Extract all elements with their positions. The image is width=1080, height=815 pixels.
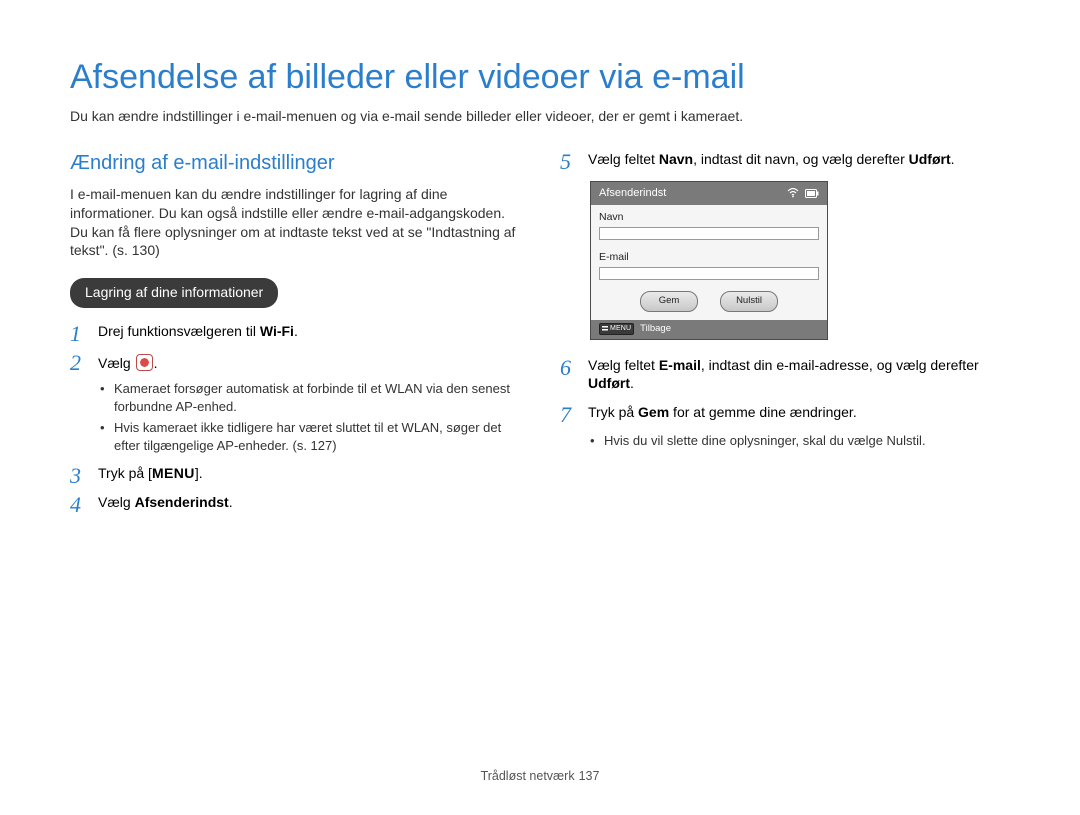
step-text: Vælg feltet bbox=[588, 151, 659, 167]
page-footer: Trådløst netværk 137 bbox=[0, 768, 1080, 785]
bullet-text-post: . bbox=[922, 433, 926, 448]
bold-term: Udført bbox=[588, 375, 630, 391]
step-body: Drej funktionsvælgeren til Wi-Fi. bbox=[98, 322, 520, 345]
step-number: 4 bbox=[70, 493, 88, 516]
menu-chip-icon: MENU bbox=[599, 323, 634, 334]
step-number: 5 bbox=[560, 150, 578, 173]
camera-field-name-input[interactable] bbox=[599, 227, 819, 240]
step-7-bullets: Hvis du vil slette dine oplysninger, ska… bbox=[590, 432, 1010, 450]
menu-chip-text: MENU bbox=[610, 324, 631, 333]
page-intro: Du kan ændre indstillinger i e-mail-menu… bbox=[70, 107, 1010, 126]
step-text-mid: , indtast dit navn, og vælg derefter bbox=[693, 151, 909, 167]
bold-term: Navn bbox=[659, 151, 693, 167]
bold-term: Udført bbox=[909, 151, 951, 167]
step-text: Vælg feltet bbox=[588, 357, 659, 373]
menu-button-label: MENU bbox=[152, 465, 195, 481]
right-column: 5 Vælg feltet Navn, indtast dit navn, og… bbox=[560, 150, 1010, 523]
step-text: Vælg bbox=[98, 355, 135, 371]
page-title: Afsendelse af billeder eller videoer via… bbox=[70, 55, 1010, 101]
two-column-layout: Ændring af e-mail-indstillinger I e-mail… bbox=[70, 150, 1010, 523]
footer-page-number: 137 bbox=[579, 769, 600, 783]
bold-term: E-mail bbox=[659, 357, 701, 373]
camera-back-label: Tilbage bbox=[640, 323, 671, 336]
step-text: Tryk på [ bbox=[98, 465, 152, 481]
step-body: Tryk på Gem for at gemme dine ændringer. bbox=[588, 403, 1010, 426]
bullet-text: Hvis du vil slette dine oplysninger, ska… bbox=[604, 433, 887, 448]
camera-title: Afsenderindst bbox=[599, 186, 666, 201]
step-text-post: . bbox=[294, 323, 298, 339]
camera-field-email-label: E-mail bbox=[591, 245, 827, 265]
bullet-item: Kameraet forsøger automatisk at forbinde… bbox=[100, 380, 520, 415]
step-number: 3 bbox=[70, 464, 88, 487]
step-4: 4 Vælg Afsenderindst. bbox=[70, 493, 520, 516]
step-body: Vælg feltet E-mail, indtast din e-mail-a… bbox=[588, 356, 1010, 394]
step-5: 5 Vælg feltet Navn, indtast dit navn, og… bbox=[560, 150, 1010, 173]
camera-titlebar: Afsenderindst bbox=[591, 182, 827, 205]
step-7: 7 Tryk på Gem for at gemme dine ændringe… bbox=[560, 403, 1010, 426]
bullet-item: Hvis du vil slette dine oplysninger, ska… bbox=[590, 432, 1010, 450]
step-number: 2 bbox=[70, 351, 88, 374]
camera-field-email-input[interactable] bbox=[599, 267, 819, 280]
camera-reset-button[interactable]: Nulstil bbox=[720, 291, 778, 312]
wifi-icon bbox=[787, 188, 799, 198]
email-app-icon bbox=[136, 354, 153, 371]
step-2-bullets: Kameraet forsøger automatisk at forbinde… bbox=[100, 380, 520, 454]
step-1: 1 Drej funktionsvælgeren til Wi-Fi. bbox=[70, 322, 520, 345]
step-text-post: . bbox=[229, 494, 233, 510]
step-text-post: for at gemme dine ændringer. bbox=[669, 404, 857, 420]
step-number: 6 bbox=[560, 356, 578, 394]
step-body: Vælg feltet Navn, indtast dit navn, og v… bbox=[588, 150, 1010, 173]
step-3: 3 Tryk på [MENU]. bbox=[70, 464, 520, 487]
step-2: 2 Vælg . bbox=[70, 351, 520, 374]
step-text: Tryk på bbox=[588, 404, 638, 420]
camera-field-name-label: Navn bbox=[591, 205, 827, 225]
bold-term: Gem bbox=[638, 404, 669, 420]
section-description: I e-mail-menuen kan du ændre indstilling… bbox=[70, 185, 520, 261]
battery-icon bbox=[805, 189, 819, 198]
step-text-post: . bbox=[951, 151, 955, 167]
step-body: Vælg . bbox=[98, 351, 520, 374]
camera-buttons-row: Gem Nulstil bbox=[591, 285, 827, 320]
step-text-post: . bbox=[154, 355, 158, 371]
left-column: Ændring af e-mail-indstillinger I e-mail… bbox=[70, 150, 520, 523]
bold-term: Nulstil bbox=[887, 433, 922, 448]
step-text-mid: , indtast din e-mail-adresse, og vælg de… bbox=[701, 357, 979, 373]
camera-save-button[interactable]: Gem bbox=[640, 291, 698, 312]
bullet-item: Hvis kameraet ikke tidligere har været s… bbox=[100, 419, 520, 454]
step-text: Vælg bbox=[98, 494, 135, 510]
step-body: Tryk på [MENU]. bbox=[98, 464, 520, 487]
step-number: 1 bbox=[70, 322, 88, 345]
step-text-post: ]. bbox=[195, 465, 203, 481]
camera-screen-mock: Afsenderindst Navn E-mail Gem Nulstil bbox=[590, 181, 828, 340]
step-6: 6 Vælg feltet E-mail, indtast din e-mail… bbox=[560, 356, 1010, 394]
info-pill: Lagring af dine informationer bbox=[70, 278, 278, 308]
camera-status-icons bbox=[787, 188, 819, 198]
step-text: Drej funktionsvælgeren til bbox=[98, 323, 260, 339]
camera-footer: MENU Tilbage bbox=[591, 320, 827, 339]
bold-term: Afsenderindst bbox=[135, 494, 229, 510]
section-title: Ændring af e-mail-indstillinger bbox=[70, 150, 520, 177]
footer-section: Trådløst netværk bbox=[481, 769, 575, 783]
step-body: Vælg Afsenderindst. bbox=[98, 493, 520, 516]
wifi-label: Wi-Fi bbox=[260, 323, 294, 339]
step-number: 7 bbox=[560, 403, 578, 426]
step-text-post: . bbox=[630, 375, 634, 391]
